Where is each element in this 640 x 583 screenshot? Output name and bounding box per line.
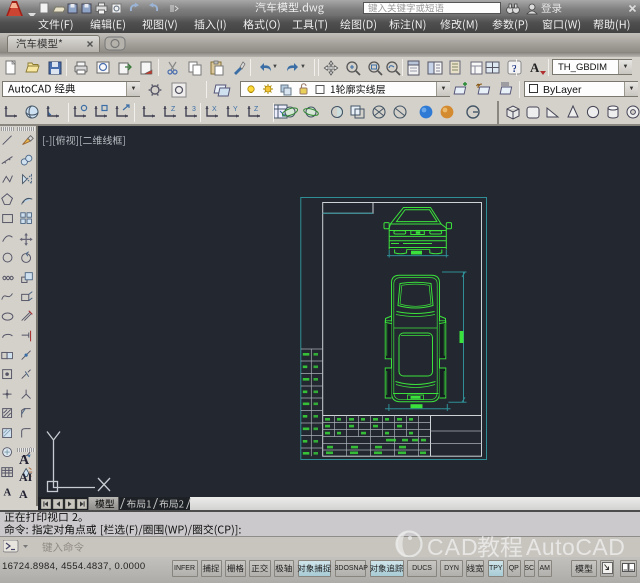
svg-text:Z: Z — [254, 106, 259, 113]
svg-text:Z: Z — [171, 106, 176, 113]
svg-text:A: A — [4, 488, 12, 499]
svg-text:Y: Y — [233, 106, 238, 113]
svg-text:X: X — [212, 106, 217, 113]
svg-text:3: 3 — [192, 106, 196, 113]
svg-text:A: A — [530, 60, 540, 75]
